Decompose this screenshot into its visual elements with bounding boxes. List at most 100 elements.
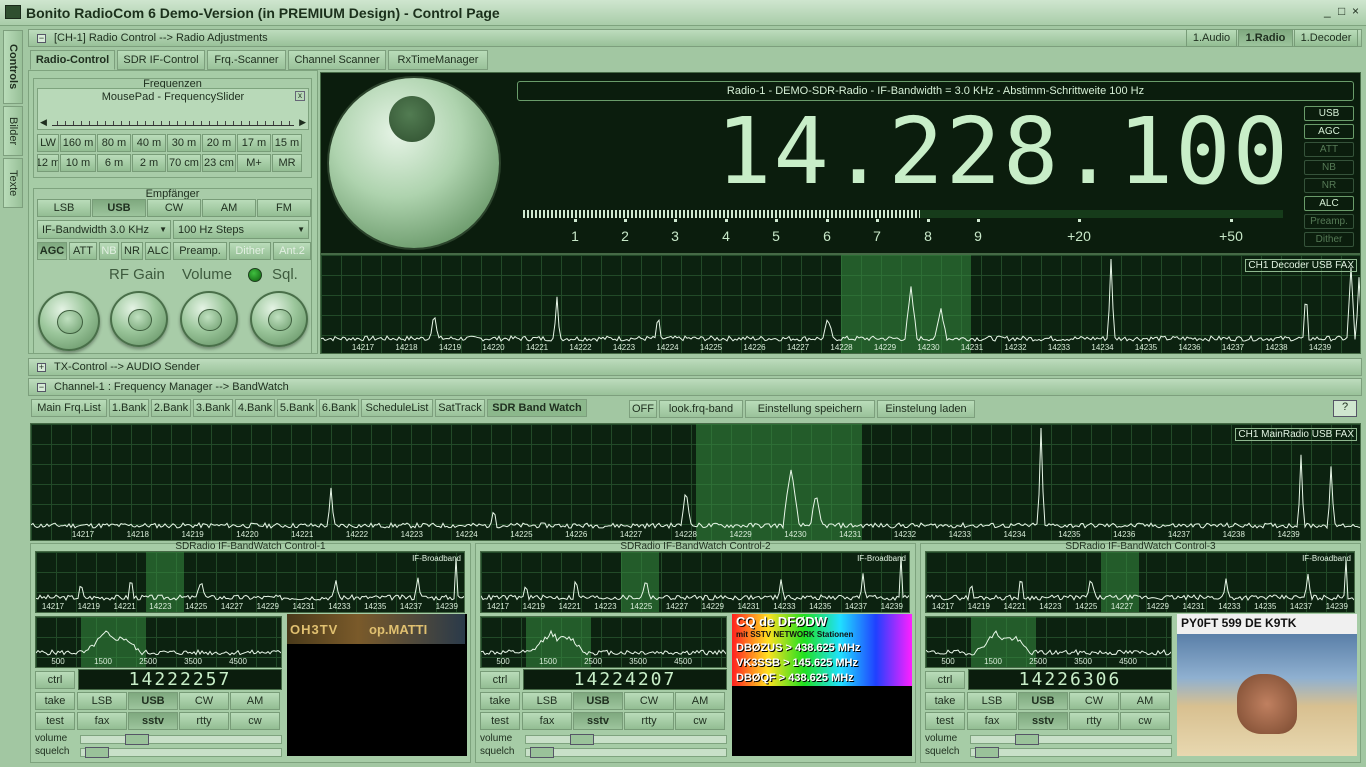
bank-tab[interactable]: 5.Bank: [277, 399, 317, 417]
band-button[interactable]: 80 m: [97, 134, 131, 152]
channel-frequency-display[interactable]: 14226306: [968, 669, 1172, 690]
volume-knob[interactable]: [180, 291, 238, 347]
panel-decoder-button[interactable]: fax: [967, 712, 1017, 730]
option-agc-button[interactable]: AGC: [37, 242, 67, 260]
squelch-knob[interactable]: [250, 291, 308, 347]
decoder-spectrum[interactable]: CH1 Decoder USB FAX 14217 14218 14219 14220…: [320, 254, 1361, 354]
panel-mode-button[interactable]: CW: [624, 692, 674, 710]
bank-tab[interactable]: ScheduleList: [361, 399, 433, 417]
side-tab-bilder[interactable]: Bilder: [3, 106, 23, 156]
if-bandwidth-select[interactable]: IF-Bandwidth 3.0 KHz ▼: [37, 220, 171, 239]
bank-tab[interactable]: Main Frq.List: [31, 399, 107, 417]
band-button[interactable]: 160 m: [60, 134, 96, 152]
mode-am-button[interactable]: AM: [202, 199, 256, 217]
collapse-icon[interactable]: −: [37, 382, 46, 392]
tx-control-header[interactable]: + TX-Control --> AUDIO Sender: [28, 358, 1362, 376]
option-att-button[interactable]: ATT: [69, 242, 97, 260]
squelch-slider[interactable]: [80, 748, 282, 757]
panel-decoder-button[interactable]: sstv: [1018, 712, 1068, 730]
mode-lsb-button[interactable]: LSB: [37, 199, 91, 217]
rf-gain-knob[interactable]: [110, 291, 168, 347]
squelch-slider[interactable]: [525, 748, 727, 757]
af-spectrum[interactable]: 500 1500 2500 3500 4500: [35, 616, 282, 668]
bank-tab[interactable]: 4.Bank: [235, 399, 275, 417]
volume-slider[interactable]: [525, 735, 727, 744]
ctrl-button[interactable]: ctrl: [480, 671, 520, 689]
band-button[interactable]: M+: [237, 154, 271, 172]
volume-slider[interactable]: [970, 735, 1172, 744]
squelch-thumb[interactable]: [85, 747, 109, 758]
panel-mode-button[interactable]: AM: [675, 692, 725, 710]
band-button[interactable]: 15 m: [272, 134, 302, 152]
panel-decoder-button[interactable]: rtty: [624, 712, 674, 730]
take-button[interactable]: take: [35, 692, 75, 710]
bandwatch-button[interactable]: look.frq-band: [659, 400, 743, 418]
panel-decoder-button[interactable]: rtty: [1069, 712, 1119, 730]
take-button[interactable]: take: [925, 692, 965, 710]
frequency-display[interactable]: 14.228.100: [650, 100, 1290, 204]
option-ant2-button[interactable]: Ant.2: [273, 242, 311, 260]
option-nb-button[interactable]: NB: [99, 242, 119, 260]
bank-tab[interactable]: SDR Band Watch: [487, 399, 587, 417]
bandwatch-header[interactable]: − Channel-1 : Frequency Manager --> Band…: [28, 378, 1362, 396]
band-button[interactable]: 12 m: [37, 154, 59, 172]
band-button[interactable]: 10 m: [60, 154, 96, 172]
tab-radio[interactable]: 1.Radio: [1238, 29, 1293, 47]
volume-thumb[interactable]: [125, 734, 149, 745]
frequency-slider[interactable]: MousePad - FrequencySlider x ◀ ▶: [37, 88, 309, 130]
band-button[interactable]: 40 m: [132, 134, 166, 152]
band-button[interactable]: 70 cm: [167, 154, 201, 172]
tab-sdr-if-control[interactable]: SDR IF-Control: [117, 50, 205, 70]
option-dither-button[interactable]: Dither: [229, 242, 271, 260]
option-preamp-button[interactable]: Preamp.: [173, 242, 227, 260]
volume-thumb[interactable]: [1015, 734, 1039, 745]
take-button[interactable]: take: [480, 692, 520, 710]
slider-track[interactable]: [52, 116, 294, 126]
panel-mode-button[interactable]: LSB: [967, 692, 1017, 710]
panel-decoder-button[interactable]: cw: [230, 712, 280, 730]
side-tab-texte[interactable]: Texte: [3, 158, 23, 208]
ctrl-button[interactable]: ctrl: [925, 671, 965, 689]
band-button[interactable]: 17 m: [237, 134, 271, 152]
minimize-button[interactable]: _: [1324, 4, 1336, 20]
panel-mode-button[interactable]: LSB: [522, 692, 572, 710]
band-button[interactable]: LW: [37, 134, 59, 152]
radio-control-header[interactable]: − [CH-1] Radio Control --> Radio Adjustm…: [28, 29, 1362, 47]
panel-mode-button[interactable]: CW: [179, 692, 229, 710]
option-alc-button[interactable]: ALC: [145, 242, 171, 260]
band-button[interactable]: MR: [272, 154, 302, 172]
panel-decoder-button[interactable]: cw: [1120, 712, 1170, 730]
panel-mode-button[interactable]: USB: [128, 692, 178, 710]
band-button[interactable]: 30 m: [167, 134, 201, 152]
if-spectrum[interactable]: IF-Broadband 14217 14219 14221 14223 14225 142…: [925, 551, 1355, 613]
squelch-thumb[interactable]: [975, 747, 999, 758]
step-select[interactable]: 100 Hz Steps ▼: [173, 220, 309, 239]
panel-decoder-button[interactable]: fax: [77, 712, 127, 730]
ctrl-button[interactable]: ctrl: [35, 671, 75, 689]
mode-fm-button[interactable]: FM: [257, 199, 311, 217]
channel-frequency-display[interactable]: 14222257: [78, 669, 282, 690]
bank-tab[interactable]: SatTrack: [435, 399, 485, 417]
volume-slider[interactable]: [80, 735, 282, 744]
bank-tab[interactable]: 1.Bank: [109, 399, 149, 417]
panel-mode-button[interactable]: AM: [230, 692, 280, 710]
panel-decoder-button[interactable]: rtty: [179, 712, 229, 730]
slider-left-arrow[interactable]: ◀: [40, 117, 47, 128]
band-button[interactable]: 23 cm: [202, 154, 236, 172]
tuning-knob[interactable]: [329, 78, 499, 248]
panel-decoder-button[interactable]: fax: [522, 712, 572, 730]
if-spectrum[interactable]: IF-Broadband 14217 14219 14221 14223 14225 142…: [480, 551, 910, 613]
squelch-slider[interactable]: [970, 748, 1172, 757]
tab-radio-control[interactable]: Radio-Control: [30, 50, 115, 70]
af-spectrum[interactable]: 500 1500 2500 3500 4500: [925, 616, 1172, 668]
volume-thumb[interactable]: [570, 734, 594, 745]
option-nr-button[interactable]: NR: [121, 242, 143, 260]
expand-icon[interactable]: +: [37, 362, 46, 372]
slider-close-icon[interactable]: x: [295, 91, 305, 101]
test-button[interactable]: test: [925, 712, 965, 730]
panel-decoder-button[interactable]: cw: [675, 712, 725, 730]
knob-1[interactable]: [38, 291, 100, 351]
band-button[interactable]: 2 m: [132, 154, 166, 172]
bank-tab[interactable]: 3.Bank: [193, 399, 233, 417]
maximize-button[interactable]: □: [1338, 4, 1350, 20]
